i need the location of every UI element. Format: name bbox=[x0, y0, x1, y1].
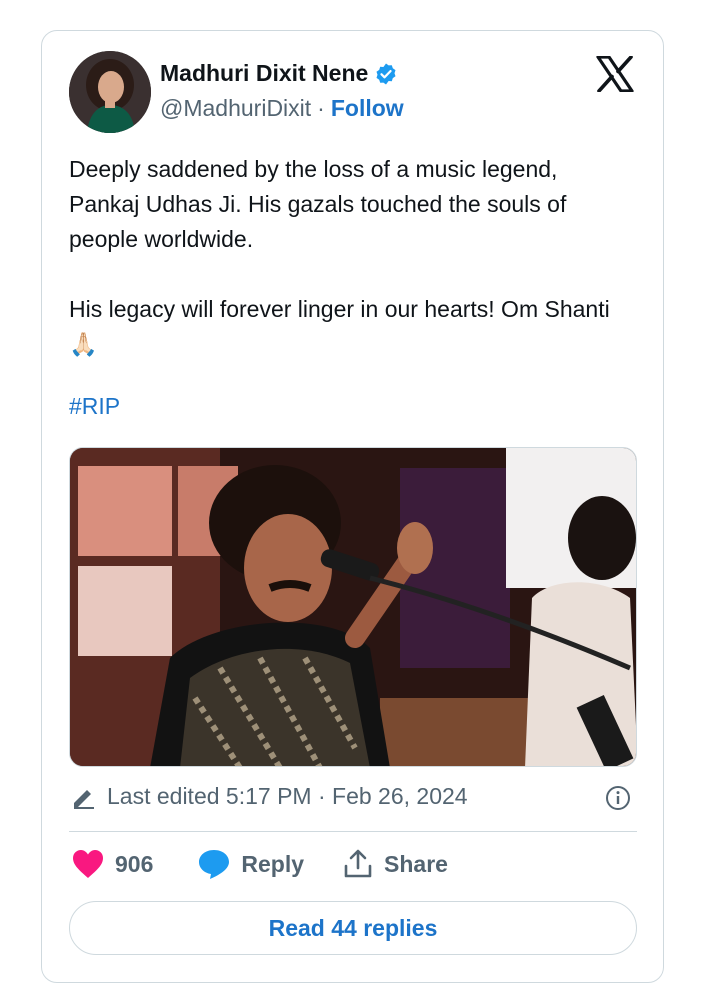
share-button[interactable]: Share bbox=[342, 848, 448, 880]
author-name-row: Madhuri Dixit Nene bbox=[160, 60, 398, 87]
info-icon[interactable] bbox=[605, 785, 631, 811]
tweet-text: Deeply saddened by the loss of a music l… bbox=[69, 156, 610, 357]
share-icon bbox=[344, 849, 372, 878]
heart-icon bbox=[73, 850, 103, 878]
photo-image bbox=[70, 448, 636, 766]
edited-timestamp[interactable]: Last edited 5:17 PM · Feb 26, 2024 bbox=[107, 783, 468, 810]
author-handle[interactable]: @MadhuriDixit bbox=[160, 95, 311, 122]
edit-pencil-icon bbox=[74, 789, 94, 809]
hashtag-link[interactable]: #RIP bbox=[69, 393, 120, 420]
tweet-photo[interactable] bbox=[69, 447, 637, 767]
reply-bubble-icon bbox=[199, 850, 230, 879]
avatar-image bbox=[69, 51, 151, 133]
like-button[interactable]: 906 bbox=[71, 848, 153, 880]
avatar[interactable] bbox=[69, 51, 151, 133]
read-replies-button[interactable]: Read 44 replies bbox=[69, 901, 637, 955]
verified-icon bbox=[376, 63, 396, 84]
reply-label: Reply bbox=[241, 850, 305, 877]
like-count: 906 bbox=[115, 850, 154, 877]
handle-separator: · bbox=[317, 95, 325, 121]
author-handle-row: @MadhuriDixit · Follow bbox=[160, 95, 404, 122]
author-name[interactable]: Madhuri Dixit Nene bbox=[160, 60, 368, 87]
divider bbox=[69, 831, 637, 832]
action-bar: 906 Reply Share bbox=[71, 848, 448, 880]
x-logo-icon[interactable] bbox=[596, 56, 634, 92]
share-label: Share bbox=[384, 850, 448, 877]
edited-meta-row: Last edited 5:17 PM · Feb 26, 2024 bbox=[71, 783, 468, 810]
reply-button[interactable]: Reply bbox=[197, 848, 304, 880]
follow-button[interactable]: Follow bbox=[331, 95, 404, 122]
